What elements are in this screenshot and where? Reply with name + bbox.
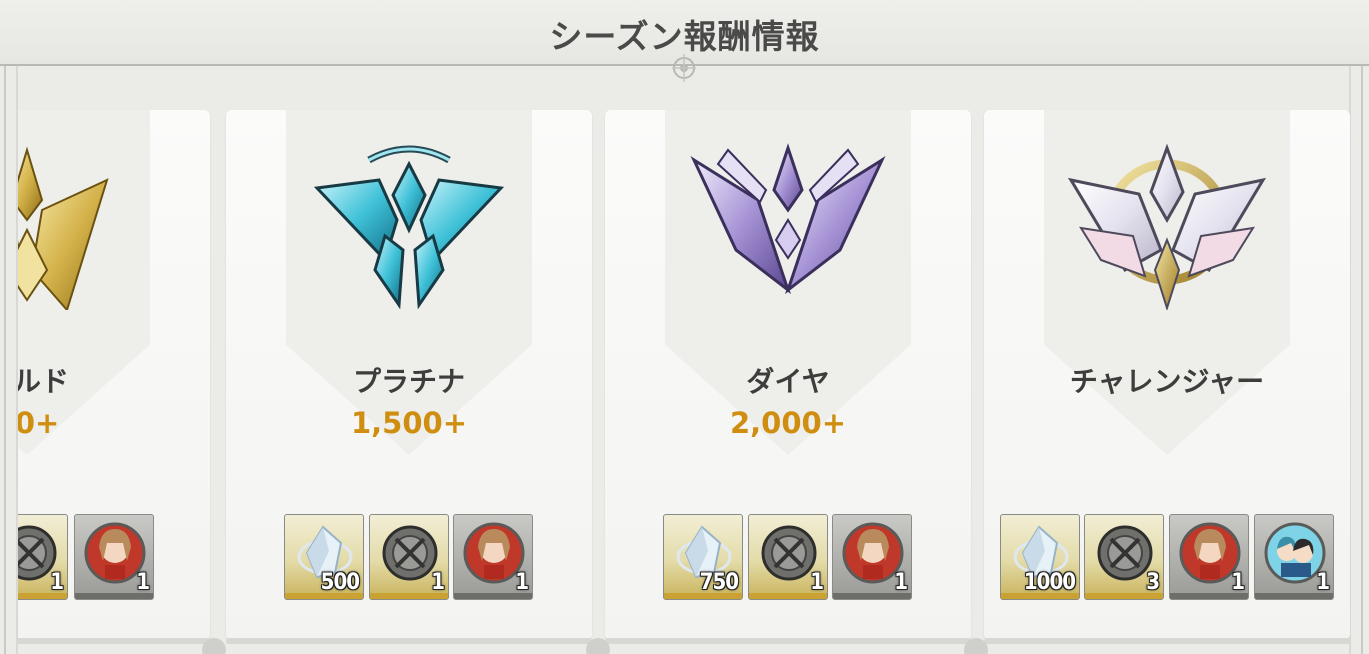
rank-card-gold: ールド 00+ 1 1 bbox=[18, 110, 210, 644]
rank-name: ダイヤ bbox=[746, 365, 830, 398]
frame-right-border bbox=[1349, 66, 1363, 654]
reward-item[interactable]: 1 bbox=[748, 514, 828, 600]
card-divider-dot bbox=[202, 638, 226, 654]
platinum-rank-emblem-icon bbox=[313, 145, 505, 310]
reward-quantity: 1 bbox=[136, 570, 150, 595]
reward-quantity: 1 bbox=[810, 570, 824, 595]
reward-item[interactable]: 1000 bbox=[1000, 514, 1080, 600]
reward-quantity: 1 bbox=[894, 570, 908, 595]
reward-quantity: 500 bbox=[320, 570, 360, 595]
reward-quantity: 1 bbox=[1231, 570, 1245, 595]
reward-item[interactable]: 1 bbox=[832, 514, 912, 600]
reward-list: 500 1 1 bbox=[226, 514, 592, 600]
reward-item[interactable]: 1 bbox=[453, 514, 533, 600]
rank-card-platinum: プラチナ 1,500+ 500 1 1 bbox=[226, 110, 592, 644]
rank-card-diamond: ダイヤ 2,000+ 750 1 1 bbox=[605, 110, 971, 644]
reward-cards-scroll[interactable]: ールド 00+ 1 1 プラチナ bbox=[18, 66, 1350, 654]
reward-item[interactable]: 750 bbox=[663, 514, 743, 600]
reward-item[interactable]: 1 bbox=[18, 514, 68, 600]
rank-requirement: 1,500+ bbox=[350, 406, 468, 440]
reward-list: 1 1 bbox=[18, 514, 210, 600]
reward-quantity: 750 bbox=[699, 570, 739, 595]
rank-name: チャレンジャー bbox=[1069, 365, 1265, 398]
reward-item[interactable]: 1 bbox=[1254, 514, 1334, 600]
reward-item[interactable]: 1 bbox=[74, 514, 154, 600]
reward-list: 750 1 1 bbox=[605, 514, 971, 600]
reward-quantity: 1 bbox=[1316, 570, 1330, 595]
rank-requirement: 00+ bbox=[18, 406, 60, 440]
gold-rank-emblem-icon bbox=[18, 146, 109, 310]
reward-quantity: 1 bbox=[50, 570, 64, 595]
diamond-rank-emblem-icon bbox=[690, 143, 886, 295]
reward-item[interactable]: 1 bbox=[1169, 514, 1249, 600]
rank-card-challenger: チャレンジャー 1000 3 1 1 bbox=[984, 110, 1350, 644]
reward-quantity: 1000 bbox=[1023, 570, 1076, 595]
reward-item[interactable]: 3 bbox=[1084, 514, 1164, 600]
reward-item[interactable]: 1 bbox=[369, 514, 449, 600]
reward-quantity: 3 bbox=[1146, 570, 1160, 595]
frame-left-border bbox=[4, 66, 18, 654]
reward-list: 1000 3 1 1 bbox=[984, 514, 1350, 600]
rank-name: ールド bbox=[18, 365, 69, 398]
reward-item[interactable]: 500 bbox=[284, 514, 364, 600]
reward-quantity: 1 bbox=[431, 570, 445, 595]
reward-quantity: 1 bbox=[515, 570, 529, 595]
rank-name: プラチナ bbox=[352, 365, 465, 398]
challenger-rank-emblem-icon bbox=[1067, 143, 1267, 310]
rank-requirement: 2,000+ bbox=[729, 406, 847, 440]
